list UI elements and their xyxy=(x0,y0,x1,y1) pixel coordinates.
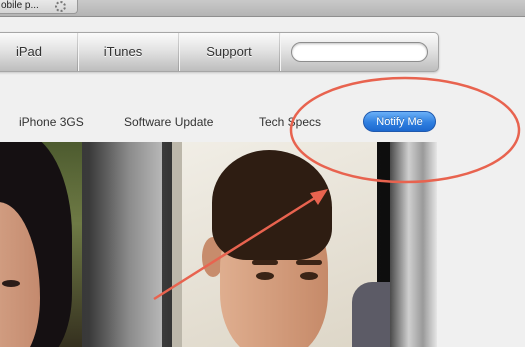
annotation-arrow-head xyxy=(310,189,328,205)
annotation-ellipse xyxy=(289,76,521,184)
annotation-overlay xyxy=(153,76,521,301)
annotation-arrow-line xyxy=(153,194,319,301)
